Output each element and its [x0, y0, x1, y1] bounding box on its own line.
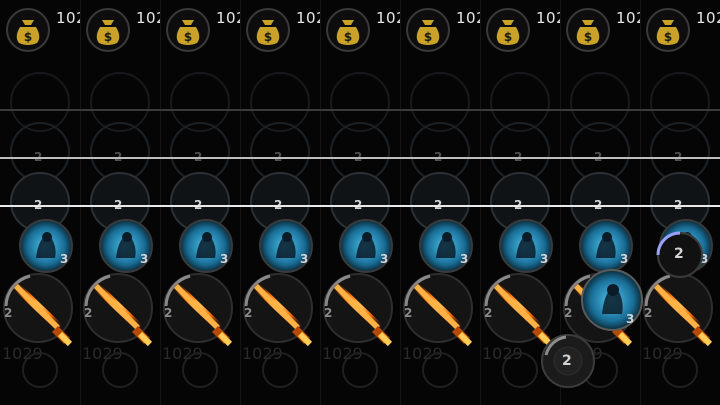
money-bag-icon[interactable]: $: [86, 8, 130, 52]
floating-shield-item[interactable]: 2: [540, 333, 596, 389]
spirit-stack-count: 3: [220, 252, 229, 266]
svg-text:$: $: [184, 30, 192, 44]
money-count: 1029: [696, 9, 720, 27]
frame-column: $ 1029 2 2: [400, 0, 481, 405]
money-bag-icon[interactable]: $: [566, 8, 610, 52]
money-count: 1029: [456, 9, 480, 27]
divider-line-bright: [0, 205, 720, 207]
frame-column: $ 1029 2 2: [640, 0, 720, 405]
money-bag-icon-glyph: $: [96, 20, 120, 45]
ghost-money-icon: [262, 352, 298, 388]
spirit-orb-item[interactable]: 3: [178, 218, 234, 274]
money-bag-icon[interactable]: $: [326, 8, 370, 52]
money-count: 1029: [536, 9, 560, 27]
frame-column: $ 1029 2 2: [320, 0, 401, 405]
ghost-money-icon: [422, 352, 458, 388]
svg-text:$: $: [504, 30, 512, 44]
spirit-stack-count: 3: [300, 252, 309, 266]
money-count: 1029: [296, 9, 320, 27]
spirit-orb-item[interactable]: 3: [418, 218, 474, 274]
frame-column: $ 1029 2 2: [0, 0, 81, 405]
money-bag-icon[interactable]: $: [486, 8, 530, 52]
spirit-orb-item[interactable]: 3: [338, 218, 394, 274]
animation-frame-strip: $ 1029 2 2: [0, 0, 720, 405]
svg-text:$: $: [264, 30, 272, 44]
money-bag-icon-glyph: $: [16, 20, 40, 45]
money-bag-icon[interactable]: $: [406, 8, 450, 52]
frame-column: $ 1029 2 2: [240, 0, 321, 405]
sword-stack-count: 2: [404, 306, 413, 320]
money-count: 1029: [376, 9, 400, 27]
ghost-money-icon: [502, 352, 538, 388]
frame-column: $ 1029 2 2: [80, 0, 161, 405]
spirit-stack-count: 3: [140, 252, 149, 266]
money-bag-icon-glyph: $: [496, 20, 520, 45]
spirit-stack-count: 3: [620, 252, 629, 266]
spirit-orb-icon: [581, 269, 643, 331]
spirit-orb-item[interactable]: 3: [98, 218, 154, 274]
ghost-money-icon: [22, 352, 58, 388]
divider-line-faint: [0, 109, 720, 111]
sword-stack-count: 2: [4, 306, 13, 320]
spirit-orb-item[interactable]: 3: [18, 218, 74, 274]
spirit-stack-count: 3: [626, 312, 635, 326]
money-bag-icon[interactable]: $: [6, 8, 50, 52]
money-bag-icon[interactable]: $: [246, 8, 290, 52]
sword-stack-count: 2: [564, 306, 573, 320]
sword-stack-count: 2: [84, 306, 93, 320]
floating-badge-item[interactable]: 2: [650, 230, 710, 280]
money-bag-icon-glyph: $: [576, 20, 600, 45]
ghost-money-icon: [182, 352, 218, 388]
shield-stack-count: 2: [562, 353, 572, 369]
sword-stack-count: 2: [324, 306, 333, 320]
spirit-orb-item[interactable]: 3: [258, 218, 314, 274]
money-count: 1029: [56, 9, 80, 27]
money-bag-icon-glyph: $: [176, 20, 200, 45]
sword-stack-count: 2: [644, 306, 653, 320]
frame-column: $ 1029 2 2: [160, 0, 241, 405]
sword-stack-count: 2: [484, 306, 493, 320]
money-bag-icon-glyph: $: [256, 20, 280, 45]
ghost-money-icon: [102, 352, 138, 388]
sword-stack-count: 2: [244, 306, 253, 320]
floating-spirit-item[interactable]: 3: [580, 268, 644, 332]
money-count: 1029: [616, 9, 640, 27]
money-bag-icon-glyph: $: [336, 20, 360, 45]
money-count: 1029: [136, 9, 160, 27]
badge-stack-count: 2: [674, 246, 684, 262]
money-bag-icon[interactable]: $: [166, 8, 210, 52]
sword-stack-count: 2: [164, 306, 173, 320]
ghost-money-icon: [662, 352, 698, 388]
divider-line-mid: [0, 157, 720, 159]
spirit-stack-count: 3: [60, 252, 69, 266]
spirit-stack-count: 3: [460, 252, 469, 266]
spirit-stack-count: 3: [380, 252, 389, 266]
svg-text:$: $: [424, 30, 432, 44]
spirit-orb-item[interactable]: 3: [578, 218, 634, 274]
svg-text:$: $: [24, 30, 32, 44]
svg-text:$: $: [664, 30, 672, 44]
svg-text:$: $: [104, 30, 112, 44]
spirit-orb-item[interactable]: 3: [498, 218, 554, 274]
spirit-stack-count: 3: [540, 252, 549, 266]
money-bag-icon-glyph: $: [416, 20, 440, 45]
money-bag-icon[interactable]: $: [646, 8, 690, 52]
money-count: 1029: [216, 9, 240, 27]
svg-text:$: $: [344, 30, 352, 44]
money-bag-icon-glyph: $: [656, 20, 680, 45]
ghost-money-icon: [342, 352, 378, 388]
svg-text:$: $: [584, 30, 592, 44]
